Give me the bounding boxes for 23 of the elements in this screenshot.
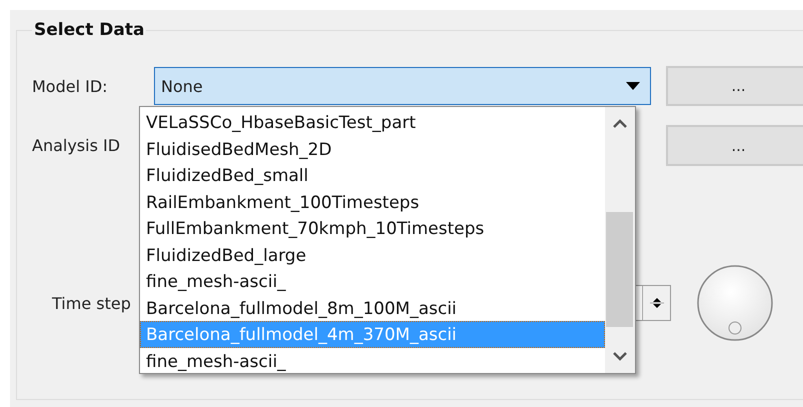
browse-button[interactable]: ... xyxy=(666,66,803,106)
dropdown-item[interactable]: fine_mesh-ascii_ xyxy=(140,348,605,374)
caret-icon xyxy=(626,82,640,90)
dial-knob[interactable] xyxy=(696,264,774,342)
dropdown-item[interactable]: VELaSSCo_HbaseBasicTest_part xyxy=(140,109,605,136)
model-id-label: Model ID: xyxy=(32,76,109,96)
scroll-up-icon[interactable] xyxy=(613,119,627,128)
dropdown-item[interactable]: FluidisedBedMesh_2D xyxy=(140,136,605,162)
group-title: Select Data xyxy=(33,20,146,40)
dropdown-item[interactable]: FluidizedBed_small xyxy=(140,162,605,188)
dropdown-item[interactable]: fine_mesh-ascii_ xyxy=(140,268,605,294)
scrollbar-thumb[interactable] xyxy=(606,212,633,327)
model-id-combo[interactable]: None xyxy=(154,67,651,105)
dropdown-item[interactable]: RailEmbankment_100Timesteps xyxy=(140,188,605,215)
dropdown-item[interactable]: Barcelona_fullmodel_8m_100M_ascii xyxy=(140,294,605,321)
dropdown-item[interactable]: FullEmbankment_70kmph_10Timesteps xyxy=(140,215,605,242)
dropdown-item[interactable]: FluidizedBed_large xyxy=(140,242,605,268)
spin-arrows-icon[interactable] xyxy=(642,286,670,320)
scrollbar[interactable] xyxy=(605,107,635,373)
time-step-label: Time step xyxy=(51,294,132,312)
scroll-down-icon[interactable] xyxy=(613,352,627,361)
analysis-id-label: Analysis ID xyxy=(32,136,122,155)
browse-button[interactable]: ... xyxy=(666,125,803,166)
